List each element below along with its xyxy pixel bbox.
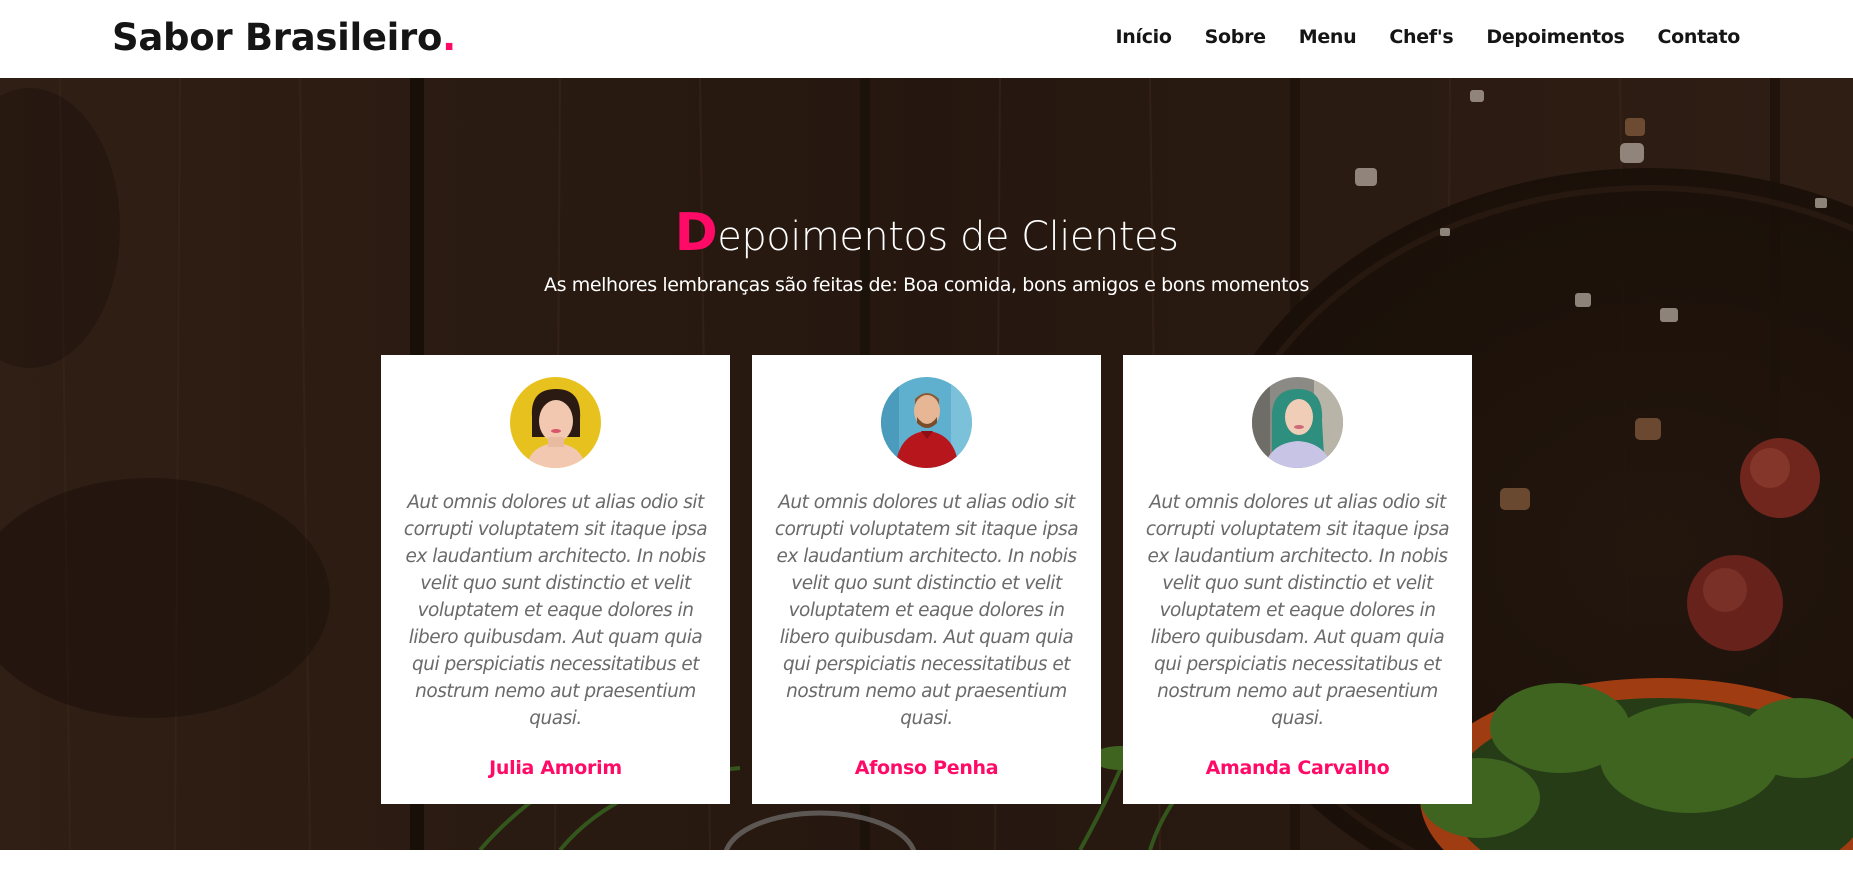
testimonial-author: Amanda Carvalho — [1205, 757, 1390, 779]
section-title-first-letter: D — [674, 203, 718, 263]
nav-link-sobre[interactable]: Sobre — [1205, 26, 1266, 48]
avatar — [1252, 377, 1343, 468]
avatar — [510, 377, 601, 468]
avatar-woman-green-hair-icon — [1252, 377, 1343, 468]
nav-link-menu[interactable]: Menu — [1299, 26, 1357, 48]
avatar-man-icon — [881, 377, 972, 468]
testimonial-card: Aut omnis dolores ut alias odio sit corr… — [381, 355, 730, 804]
brand-name: Sabor Brasileiro — [112, 16, 443, 59]
avatar — [881, 377, 972, 468]
testimonial-author: Afonso Penha — [854, 757, 999, 779]
nav-link-chefs[interactable]: Chef's — [1389, 26, 1453, 48]
testimonial-card: Aut omnis dolores ut alias odio sit corr… — [752, 355, 1101, 804]
testimonials-grid: Aut omnis dolores ut alias odio sit corr… — [381, 355, 1472, 804]
nav-link-inicio[interactable]: Início — [1115, 26, 1171, 48]
navbar: Sabor Brasileiro. Início Sobre Menu Chef… — [0, 0, 1853, 78]
testimonial-quote: Aut omnis dolores ut alias odio sit corr… — [403, 492, 708, 729]
brand-dot: . — [442, 16, 456, 59]
testimonial-quote: Aut omnis dolores ut alias odio sit corr… — [1145, 492, 1450, 729]
section-title: Depoimentos de Clientes — [0, 203, 1853, 263]
section-title-rest: epoimentos de Clientes — [717, 214, 1179, 260]
section-subtitle: As melhores lembranças são feitas de: Bo… — [544, 274, 1309, 296]
testimonial-card: Aut omnis dolores ut alias odio sit corr… — [1123, 355, 1472, 804]
main-nav: Início Sobre Menu Chef's Depoimentos Con… — [1115, 26, 1740, 48]
brand-logo[interactable]: Sabor Brasileiro. — [112, 16, 456, 59]
nav-link-contato[interactable]: Contato — [1658, 26, 1741, 48]
nav-link-depoimentos[interactable]: Depoimentos — [1486, 26, 1624, 48]
testimonial-quote: Aut omnis dolores ut alias odio sit corr… — [774, 492, 1079, 729]
testimonial-author: Julia Amorim — [489, 757, 622, 779]
avatar-woman-icon — [510, 377, 601, 468]
testimonials-section: Depoimentos de Clientes As melhores lemb… — [0, 78, 1853, 850]
